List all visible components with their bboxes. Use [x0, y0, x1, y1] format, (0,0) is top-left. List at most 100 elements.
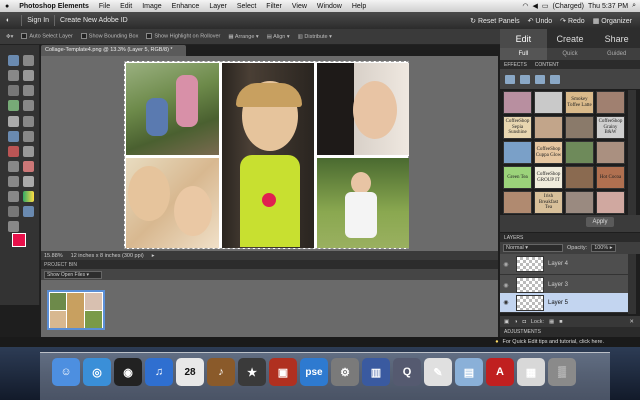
organizer-button[interactable]: ▦ Organizer [593, 17, 632, 25]
menu-edit[interactable]: Edit [115, 3, 137, 10]
adjustment-layer-icon[interactable]: ◑ [514, 319, 517, 325]
reset-panels-button[interactable]: ↻ Reset Panels [470, 17, 519, 25]
menu-layer[interactable]: Layer [204, 3, 232, 10]
menu-file[interactable]: File [94, 3, 115, 10]
menu-filter[interactable]: Filter [261, 3, 287, 10]
foreground-color-swatch[interactable] [12, 233, 26, 247]
effect-tile[interactable] [596, 91, 625, 114]
zoom-tool-icon[interactable] [23, 55, 34, 66]
document-tab[interactable]: Collage-Template4.png @ 13.3% (Layer 5, … [41, 45, 186, 56]
dock-safari-icon[interactable]: ◎ [83, 358, 111, 386]
battery-icon[interactable]: ▭ [542, 2, 549, 10]
volume-icon[interactable]: ◀ [532, 2, 537, 10]
eraser-icon[interactable] [23, 161, 34, 172]
create-id-link[interactable]: Create New Adobe ID [60, 17, 128, 24]
hand-tool-icon[interactable] [8, 70, 19, 81]
photo-girl-closeup[interactable] [317, 63, 409, 155]
mask-icon[interactable]: ◘ [523, 319, 526, 325]
sponge-tool-icon[interactable] [8, 221, 19, 232]
distribute-dropdown[interactable]: ▥ Distribute ▾ [298, 34, 332, 40]
dock-acrobat-icon[interactable]: A [486, 358, 514, 386]
layer-row-selected[interactable]: ◉ Layer 5 [500, 293, 628, 313]
effect-tile[interactable]: CoffeeShop Sepia Sunshine [503, 116, 532, 139]
dock-activity-monitor-icon[interactable]: ▥ [362, 358, 390, 386]
layers-scrollbar[interactable] [628, 254, 636, 314]
wifi-icon[interactable]: ◠ [522, 2, 528, 10]
dock-finder-icon[interactable]: ☺ [52, 358, 80, 386]
subtab-guided[interactable]: Guided [593, 48, 640, 60]
dock-dashboard-icon[interactable]: ◉ [114, 358, 142, 386]
effect-tile[interactable] [596, 191, 625, 214]
effect-tile[interactable] [565, 191, 594, 214]
tab-content[interactable]: CONTENT [535, 62, 559, 68]
dock-garageband-icon[interactable]: ♪ [207, 358, 235, 386]
blur-tool-icon[interactable] [23, 206, 34, 217]
dock-aperture-icon[interactable]: ★ [238, 358, 266, 386]
clone-stamp-icon[interactable] [8, 161, 19, 172]
lasso-tool-icon[interactable] [23, 85, 34, 96]
tip-link[interactable]: For Quick Edit tips and tutorial, click … [503, 339, 604, 345]
photo-boy-grass[interactable] [317, 158, 409, 248]
opacity-field[interactable]: 100% ▸ [591, 244, 616, 252]
paint-bucket-icon[interactable] [8, 191, 19, 202]
dock-ical-icon[interactable]: 28 [176, 358, 204, 386]
red-eye-icon[interactable] [8, 146, 19, 157]
filters-icon[interactable] [505, 74, 515, 84]
tab-create[interactable]: Create [547, 29, 594, 48]
delete-layer-icon[interactable]: ✕ [629, 319, 640, 325]
apply-button[interactable]: Apply [586, 217, 614, 227]
show-highlight-checkbox[interactable]: Show Highlight on Rollover [146, 33, 220, 40]
effect-tile[interactable] [565, 141, 594, 164]
effect-tile[interactable] [503, 191, 532, 214]
dock-trash-icon[interactable]: ▒ [548, 358, 576, 386]
effect-tile[interactable] [503, 91, 532, 114]
effect-tile[interactable]: Green Tea [503, 166, 532, 189]
undo-button[interactable]: ↶ Undo [528, 17, 553, 25]
brush-tool-icon[interactable] [8, 176, 19, 187]
redo-button[interactable]: ↷ Redo [560, 17, 585, 25]
smart-brush-icon[interactable] [23, 176, 34, 187]
dock-preview-icon[interactable]: ▤ [455, 358, 483, 386]
apple-icon[interactable]: ● [0, 3, 14, 10]
dock-documents-icon[interactable]: ▦ [517, 358, 545, 386]
effect-tile[interactable]: CoffeeShop Cuppa Glow [534, 141, 563, 164]
tab-effects[interactable]: EFFECTS [504, 62, 527, 68]
collage-canvas[interactable] [124, 61, 409, 249]
menu-view[interactable]: View [287, 3, 312, 10]
blend-mode-select[interactable]: Normal ▾ [503, 244, 563, 252]
dock-textedit-icon[interactable]: ✎ [424, 358, 452, 386]
straighten-icon[interactable] [23, 131, 34, 142]
all-effects-icon[interactable] [550, 74, 560, 84]
arrange-dropdown[interactable]: ▦ Arrange ▾ [228, 34, 258, 40]
dock-itunes-icon[interactable]: ♫ [145, 358, 173, 386]
type-tool-icon[interactable] [8, 116, 19, 127]
auto-select-checkbox[interactable]: Auto Select Layer [21, 33, 73, 40]
eyedropper-icon[interactable] [23, 70, 34, 81]
photo-kids-sprinkler[interactable] [126, 63, 219, 155]
lock-transparency-icon[interactable]: ▦ [549, 319, 554, 325]
effect-tile[interactable]: CoffeeShop GROUP IT [534, 166, 563, 189]
align-dropdown[interactable]: ▤ Align ▾ [267, 34, 290, 40]
battery-status[interactable]: (Charged) [552, 3, 584, 10]
layer-row[interactable]: ◉ Layer 4 [500, 254, 628, 275]
effects-scrollbar[interactable] [628, 90, 636, 215]
move-tool-icon[interactable] [8, 55, 19, 66]
home-icon[interactable]: ◐ [0, 17, 16, 24]
gradient-tool-icon[interactable] [23, 191, 34, 202]
effect-tile[interactable] [596, 141, 625, 164]
dock-system-preferences-icon[interactable]: ⚙ [331, 358, 359, 386]
layer-styles-icon[interactable] [520, 74, 530, 84]
quick-select-icon[interactable] [8, 100, 19, 111]
effect-tile[interactable]: Irish Breakfast Tea [534, 191, 563, 214]
visibility-eye-icon[interactable]: ◉ [500, 299, 512, 306]
dock-quicktime-icon[interactable]: Q [393, 358, 421, 386]
visibility-eye-icon[interactable]: ◉ [500, 261, 512, 268]
show-files-select[interactable]: Show Open Files ▾ [44, 270, 102, 279]
tab-edit[interactable]: Edit [500, 29, 547, 48]
new-layer-icon[interactable]: ▣ [504, 319, 509, 325]
lock-all-icon[interactable]: ■ [559, 319, 562, 325]
effect-tile[interactable] [534, 91, 563, 114]
menu-image[interactable]: Image [137, 3, 166, 10]
effect-tile[interactable] [565, 166, 594, 189]
menu-select[interactable]: Select [232, 3, 261, 10]
